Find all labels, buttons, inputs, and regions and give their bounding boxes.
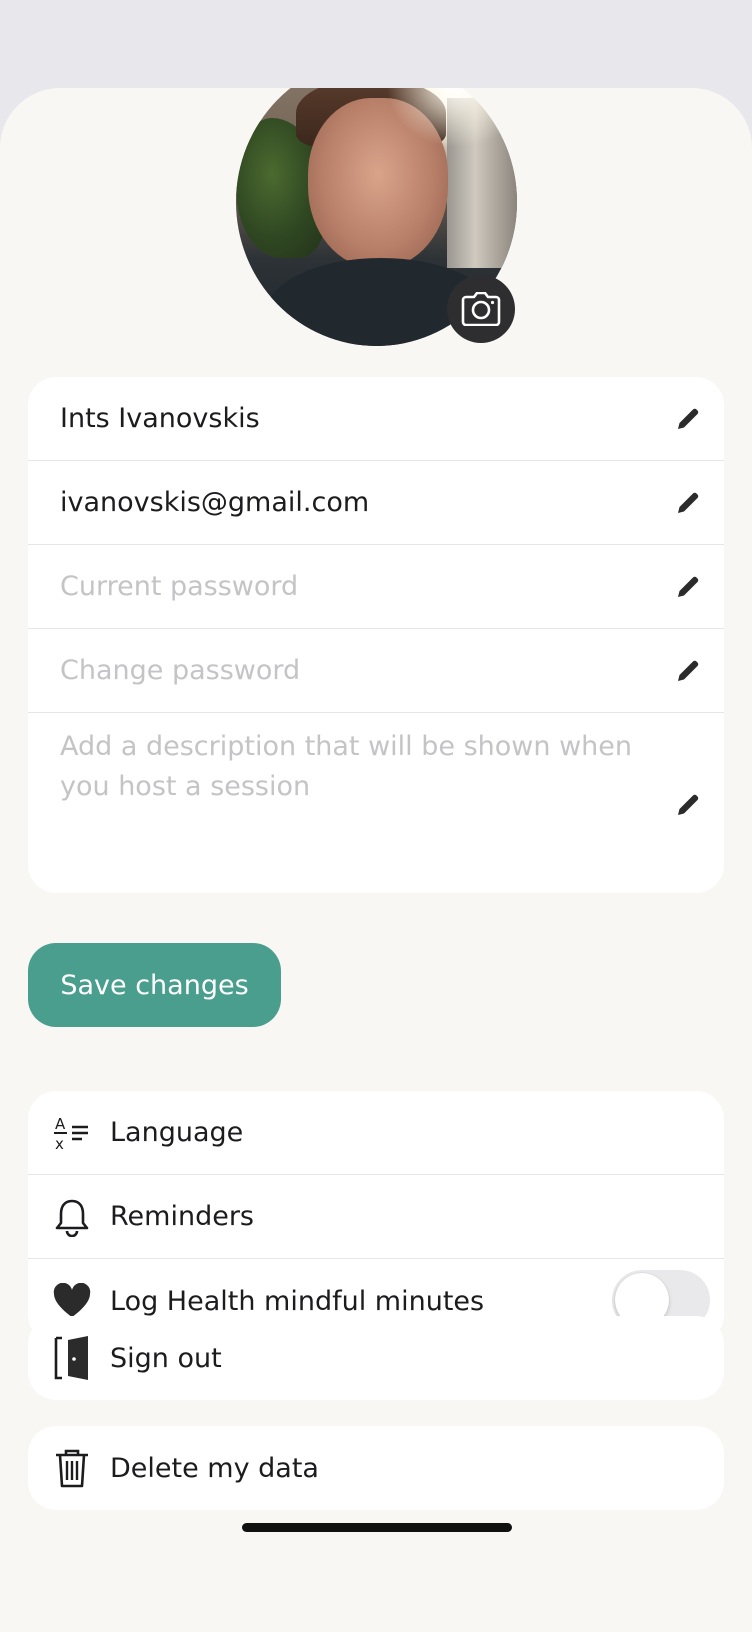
change-photo-button[interactable] bbox=[447, 275, 515, 343]
delete-data-button[interactable]: Delete my data bbox=[28, 1426, 724, 1510]
sign-out-card: Sign out bbox=[28, 1316, 724, 1400]
sign-out-button[interactable]: Sign out bbox=[28, 1316, 724, 1400]
change-password-field[interactable]: Change password bbox=[28, 629, 724, 713]
health-label: Log Health mindful minutes bbox=[110, 1285, 485, 1317]
door-icon bbox=[50, 1336, 94, 1380]
pencil-icon[interactable] bbox=[672, 655, 704, 687]
trash-icon bbox=[50, 1446, 94, 1490]
sign-out-label: Sign out bbox=[110, 1342, 222, 1374]
settings-item-language[interactable]: A x Language bbox=[28, 1091, 724, 1175]
bell-icon bbox=[50, 1195, 94, 1239]
home-indicator bbox=[242, 1523, 512, 1532]
language-label: Language bbox=[110, 1117, 244, 1148]
reminders-label: Reminders bbox=[110, 1201, 254, 1232]
profile-form-card: Ints Ivanovskis ivanovskis@gmail.com Cur… bbox=[28, 377, 724, 893]
settings-item-reminders[interactable]: Reminders bbox=[28, 1175, 724, 1259]
name-field[interactable]: Ints Ivanovskis bbox=[28, 377, 724, 461]
name-value: Ints Ivanovskis bbox=[60, 403, 260, 434]
pencil-icon[interactable] bbox=[672, 487, 704, 519]
pencil-icon[interactable] bbox=[672, 403, 704, 435]
delete-data-label: Delete my data bbox=[110, 1452, 319, 1484]
description-placeholder: Add a description that will be shown whe… bbox=[60, 731, 632, 802]
description-field[interactable]: Add a description that will be shown whe… bbox=[28, 713, 724, 893]
svg-text:A: A bbox=[55, 1115, 66, 1133]
profile-sheet: Ints Ivanovskis ivanovskis@gmail.com Cur… bbox=[0, 88, 752, 1632]
camera-icon bbox=[461, 292, 501, 326]
translate-icon: A x bbox=[50, 1111, 94, 1155]
change-password-placeholder: Change password bbox=[60, 655, 301, 686]
email-field[interactable]: ivanovskis@gmail.com bbox=[28, 461, 724, 545]
current-password-placeholder: Current password bbox=[60, 571, 299, 602]
avatar-sun-flare bbox=[386, 88, 516, 148]
delete-data-card: Delete my data bbox=[28, 1426, 724, 1510]
pencil-icon[interactable] bbox=[672, 571, 704, 603]
pencil-icon[interactable] bbox=[672, 789, 704, 821]
email-value: ivanovskis@gmail.com bbox=[60, 487, 370, 518]
settings-card: A x Language Reminders Log Health mindfu… bbox=[28, 1091, 724, 1343]
svg-text:x: x bbox=[55, 1135, 64, 1153]
current-password-field[interactable]: Current password bbox=[28, 545, 724, 629]
save-changes-button[interactable]: Save changes bbox=[28, 943, 281, 1027]
